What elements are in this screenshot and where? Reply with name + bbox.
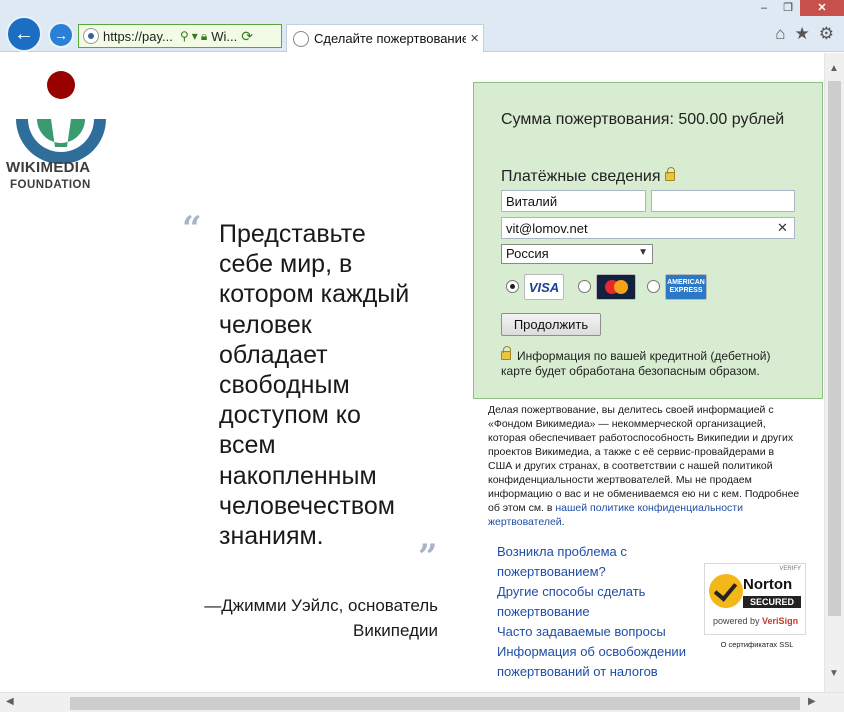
search-icon[interactable]: ⚲ xyxy=(180,29,189,43)
payment-details-heading: Платёжные сведения xyxy=(501,167,675,186)
refresh-icon[interactable]: ⟳ xyxy=(241,28,253,45)
donation-amount: Сумма пожертвования: 500.00 рублей xyxy=(501,111,785,128)
norton-verify-label: VERIFY xyxy=(779,566,801,572)
lock-icon xyxy=(501,346,511,360)
help-links: Возникла проблема с пожертвованием? Друг… xyxy=(497,542,697,682)
link-other-ways[interactable]: Другие способы сделать пожертвование xyxy=(497,582,697,622)
tab-close-icon[interactable]: ✕ xyxy=(470,32,479,45)
page-viewport: WIKIMEDIA FOUNDATION “ Представьте себе … xyxy=(0,53,824,692)
browser-chrome: – ❐ ✕ ← → https://pay... ⚲ ▾ 🔒︎ Wi... ⟳ … xyxy=(0,0,844,52)
scroll-right-icon[interactable]: ▶ xyxy=(808,696,816,707)
clear-input-icon[interactable]: ✕ xyxy=(777,220,788,236)
quote-attribution: —Джимми Уэйлс, основатель Википедии xyxy=(204,596,438,640)
mastercard-logo[interactable] xyxy=(596,274,636,300)
padlock-icon[interactable]: 🔒︎ xyxy=(201,29,207,44)
scroll-left-icon[interactable]: ◀ xyxy=(6,696,14,707)
last-name-input[interactable] xyxy=(651,190,795,212)
secure-processing-note: Информация по вашей кредитной (дебетной)… xyxy=(501,346,801,379)
vertical-scrollbar[interactable]: ▲ ▼ xyxy=(824,53,844,692)
home-icon[interactable]: ⌂ xyxy=(775,24,785,44)
radio-amex[interactable] xyxy=(647,280,660,293)
url-text[interactable]: https://pay... xyxy=(103,29,177,44)
back-button[interactable]: ← xyxy=(6,16,42,52)
email-input[interactable] xyxy=(501,217,795,239)
forward-button[interactable]: → xyxy=(48,22,74,48)
continue-button[interactable]: Продолжить xyxy=(501,313,601,336)
logo-subtitle: FOUNDATION xyxy=(10,179,91,191)
logo-wordmark: WIKIMEDIA xyxy=(6,159,91,176)
checkmark-icon xyxy=(709,574,743,608)
payment-details-label: Платёжные сведения xyxy=(501,168,661,185)
visa-card-logo[interactable]: VISA xyxy=(524,274,564,300)
radio-visa[interactable] xyxy=(506,280,519,293)
site-identity-label[interactable]: Wi... xyxy=(211,29,237,44)
link-tax-info[interactable]: Информация об освобождении пожертвований… xyxy=(497,642,697,682)
close-quote-mark: ” xyxy=(418,537,438,577)
dropdown-chevron-icon[interactable]: ▾ xyxy=(192,29,198,43)
vertical-scroll-thumb[interactable] xyxy=(828,81,841,616)
open-quote-mark: “ xyxy=(182,209,202,249)
link-faq[interactable]: Часто задаваемые вопросы xyxy=(497,622,697,642)
tab-title: Сделайте пожертвование ... xyxy=(314,31,466,46)
norton-powered-by: powered by VeriSign xyxy=(713,616,799,626)
privacy-text: Делая пожертвование, вы делитесь своей и… xyxy=(488,404,800,514)
norton-name: Norton xyxy=(743,576,793,593)
quote-text: Представьте себе мир, в котором каждый ч… xyxy=(219,220,410,551)
forward-arrow-icon: → xyxy=(54,27,68,43)
ssl-certificates-link[interactable]: О сертификатах SSL xyxy=(707,640,807,649)
close-button[interactable]: ✕ xyxy=(800,0,844,16)
chevron-down-icon: ▼ xyxy=(638,247,648,258)
norton-secured-badge[interactable]: VERIFY Norton SECURED powered by VeriSig… xyxy=(704,563,806,635)
horizontal-scrollbar[interactable]: ◀ ▶ xyxy=(0,692,844,712)
first-name-input[interactable] xyxy=(501,190,646,212)
amex-card-logo[interactable]: AMERICAN EXPRESS xyxy=(665,274,707,300)
maximize-button[interactable]: ❐ xyxy=(776,0,800,16)
lock-icon xyxy=(664,167,675,181)
tab-favicon-icon xyxy=(293,30,309,47)
privacy-end: . xyxy=(561,516,565,528)
horizontal-scroll-thumb[interactable] xyxy=(70,697,800,710)
donation-form-panel: Сумма пожертвования: 500.00 рублей Платё… xyxy=(473,82,823,399)
settings-gear-icon[interactable]: ⚙ xyxy=(819,24,834,44)
favorites-star-icon[interactable]: ★ xyxy=(795,24,810,44)
window-controls: – ❐ ✕ xyxy=(752,0,844,16)
country-value: Россия xyxy=(506,246,549,261)
link-problem[interactable]: Возникла проблема с пожертвованием? xyxy=(497,542,697,582)
site-favicon-icon xyxy=(83,28,99,44)
tab-donation[interactable]: Сделайте пожертвование ... ✕ xyxy=(286,24,484,52)
privacy-notice: Делая пожертвование, вы делитесь своей и… xyxy=(488,403,800,529)
toolbar-icons: ⌂ ★ ⚙ xyxy=(775,24,834,44)
minimize-button[interactable]: – xyxy=(752,0,776,16)
radio-mastercard[interactable] xyxy=(578,280,591,293)
country-select[interactable]: Россия ▼ xyxy=(501,244,653,264)
secure-note-text: Информация по вашей кредитной (дебетной)… xyxy=(501,349,771,378)
address-bar[interactable]: https://pay... ⚲ ▾ 🔒︎ Wi... ⟳ xyxy=(78,24,282,48)
back-arrow-icon: ← xyxy=(14,22,34,45)
scroll-up-icon[interactable]: ▲ xyxy=(829,63,839,74)
norton-secured-label: SECURED xyxy=(743,596,801,608)
scroll-down-icon[interactable]: ▼ xyxy=(829,668,839,679)
